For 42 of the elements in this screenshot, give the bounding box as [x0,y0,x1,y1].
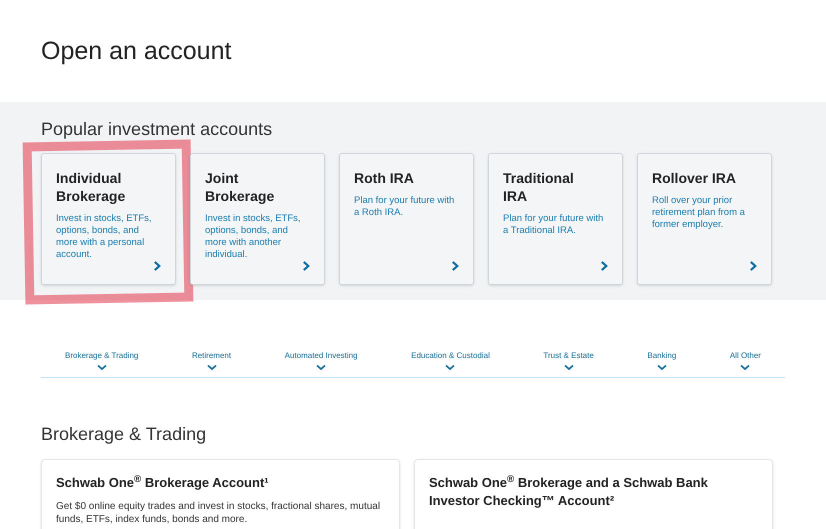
card-description: Get $0 online equity trades and invest in stocks, fractional shares, mutual funds, ETFs, index funds, bonds and more. [56,500,382,526]
card-description: Invest in stocks, ETFs, options, bonds, and more with another individual. [205,213,302,261]
card-title: Schwab One$^{®}$ Brokerage Account¹ [56,474,270,492]
chevron-down-icon [96,364,107,371]
category-tab[interactable]: Automated Investing [284,350,358,371]
chevron-down-icon [740,364,750,371]
card-title: Roth IRA [354,169,415,187]
card-title: Individual Brokerage [56,169,126,205]
card-description: Plan for your future with a Traditional IRA. [503,213,604,237]
category-tab[interactable]: Banking [647,350,676,371]
category-tab[interactable]: All Other [730,350,761,371]
card-title: Traditional IRA [503,169,575,205]
chevron-right-icon [749,260,758,272]
category-tab[interactable]: Brokerage & Trading [65,350,138,371]
chevron-down-icon [206,364,216,371]
account-card[interactable]: Schwab One$^{®}$ Brokerage Account¹ Get $0 online equity trades and invest in stocks, fractional shares, mutual funds, ETFs, index funds, bonds and more. [41,459,400,529]
card-title: Schwab One$^{®}$ Brokerage and a Schwab Bank Investor Checking™ Account² [429,474,709,510]
chevron-right-icon [302,260,311,272]
card-description: Plan for your future with a Roth IRA. [354,195,456,219]
card-title: Joint Brokerage [205,169,276,205]
section-heading: Brokerage & Trading [40,423,208,445]
account-card[interactable]: Schwab One$^{®}$ Brokerage and a Schwab Bank Investor Checking™ Account² [414,459,773,529]
chevron-down-icon [316,364,326,371]
category-tab[interactable]: Education & Custodial [411,350,490,371]
page-title: Open an account [40,36,232,67]
section-heading: Popular investment accounts [41,118,274,140]
account-card[interactable]: Joint Brokerage Invest in stocks, ETFs, options, bonds, and more with another individual. [190,153,325,285]
account-card[interactable]: Rollover IRA Roll over your prior retirement plan from a former employer. [637,153,772,285]
card-description: Invest in stocks, ETFs, options, bonds, and more with a personal account. [56,213,153,261]
chevron-right-icon [451,260,460,272]
account-card[interactable]: Traditional IRA Plan for your future with a Traditional IRA. [488,153,623,285]
category-tab[interactable]: Retirement [192,350,232,371]
category-tab[interactable]: Trust & Estate [543,350,594,371]
chevron-down-icon [656,364,667,371]
account-card[interactable]: Individual Brokerage Invest in stocks, ETFs, options, bonds, and more with a personal account. [41,153,176,285]
chevron-down-icon [564,364,574,371]
card-description: Roll over your prior retirement plan from a former employer. [652,195,746,231]
chevron-right-icon [600,260,609,272]
chevron-right-icon [153,260,162,272]
account-card[interactable]: Roth IRA Plan for your future with a Roth IRA. [339,153,474,285]
chevron-down-icon [445,364,456,371]
card-title: Rollover IRA [652,169,738,187]
